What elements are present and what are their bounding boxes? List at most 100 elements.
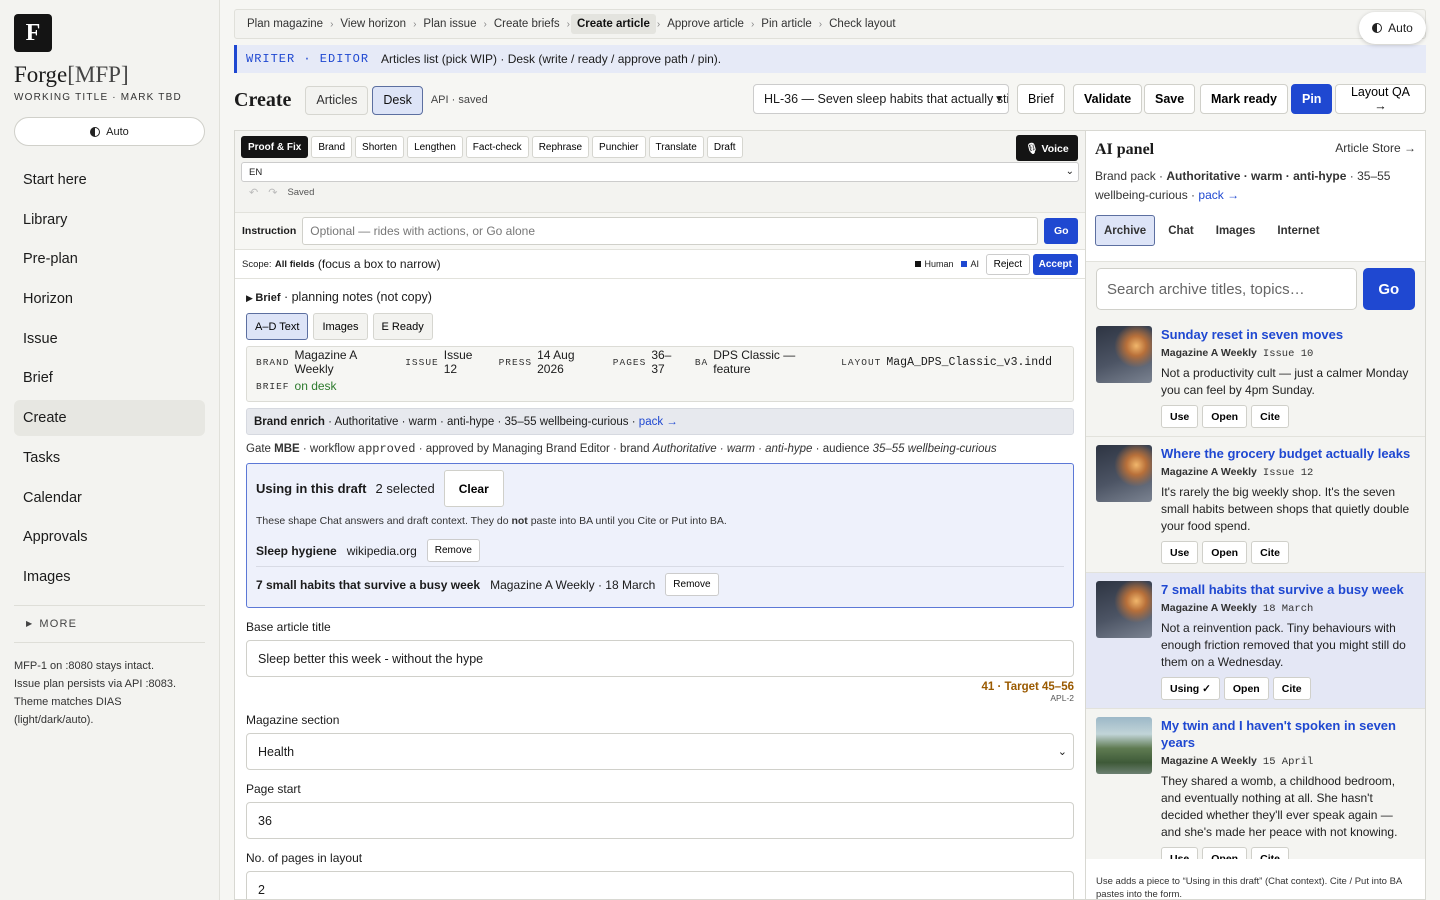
sidebar-item-images[interactable]: Images <box>14 559 205 595</box>
ai-toolbar: Proof & Fix Brand Shorten Lengthen Fact-… <box>235 131 1085 213</box>
layout-qa-button[interactable]: Layout QA → <box>1335 84 1426 114</box>
sidebar-item-calendar[interactable]: Calendar <box>14 480 205 516</box>
tool-brand[interactable]: Brand <box>311 136 353 158</box>
brand-name: Forge[MFP] <box>14 62 129 87</box>
save-button[interactable]: Save <box>1144 84 1196 114</box>
use-button[interactable]: Use <box>1161 541 1199 564</box>
open-button[interactable]: Open <box>1223 677 1269 700</box>
tab-internet[interactable]: Internet <box>1268 215 1328 246</box>
archive-search-go-button[interactable]: Go <box>1362 268 1415 310</box>
cite-button[interactable]: Cite <box>1272 677 1311 700</box>
sidebar-item-pre-plan[interactable]: Pre-plan <box>14 241 205 277</box>
mark-ready-button[interactable]: Mark ready <box>1200 84 1289 114</box>
using-button[interactable]: Using ✓ <box>1161 677 1220 700</box>
redo-icon[interactable]: ↷ <box>268 186 277 199</box>
tab-text[interactable]: A–D Text <box>246 313 309 340</box>
breadcrumb-create-briefs[interactable]: Create briefs <box>488 14 566 34</box>
article-thumbnail <box>1096 326 1152 383</box>
tool-punchier[interactable]: Punchier <box>592 136 646 158</box>
article-store-link[interactable]: Article Store → <box>1335 141 1416 159</box>
app-logo[interactable]: F <box>14 14 52 52</box>
breadcrumb-approve-article[interactable]: Approve article <box>661 14 750 34</box>
breadcrumb-check-layout[interactable]: Check layout <box>823 14 901 34</box>
result-title[interactable]: Where the grocery budget actually leaks <box>1161 445 1415 462</box>
archive-search-input[interactable]: Search archive titles, topics… <box>1096 268 1357 310</box>
reject-button[interactable]: Reject <box>985 254 1030 275</box>
sidebar-item-start-here[interactable]: Start here <box>14 162 205 198</box>
use-button[interactable]: Use <box>1161 847 1199 859</box>
tool-proof-fix[interactable]: Proof & Fix <box>241 136 309 158</box>
tool-shorten[interactable]: Shorten <box>355 136 405 158</box>
using-note: These shape Chat answers and draft conte… <box>256 515 727 527</box>
page-start-label: Page start <box>246 782 301 796</box>
sidebar-item-horizon[interactable]: Horizon <box>14 281 205 317</box>
sidebar-item-tasks[interactable]: Tasks <box>14 440 205 476</box>
open-button[interactable]: Open <box>1202 405 1248 428</box>
breadcrumb-plan-issue[interactable]: Plan issue <box>417 14 482 34</box>
accept-button[interactable]: Accept <box>1032 254 1078 275</box>
cite-button[interactable]: Cite <box>1251 405 1289 428</box>
breadcrumb-pin-article[interactable]: Pin article <box>755 14 818 34</box>
remove-button[interactable]: Remove <box>665 573 719 596</box>
tab-ai-images[interactable]: Images <box>1207 215 1265 246</box>
floating-theme-toggle[interactable]: Auto <box>1359 12 1426 44</box>
tool-translate[interactable]: Translate <box>648 136 704 158</box>
voice-button[interactable]: 🎙︎ Voice <box>1016 135 1078 161</box>
brief-disclosure[interactable]: ▶ Brief · planning notes (not copy) <box>246 290 1074 304</box>
sidebar-item-library[interactable]: Library <box>14 202 205 238</box>
article-select[interactable]: HL-36 — Seven sleep habits that actually… <box>753 84 1009 114</box>
tab-ready[interactable]: E Ready <box>372 313 433 340</box>
pack-link[interactable]: pack → <box>1198 188 1239 202</box>
ai-panel: AI panel Article Store → Brand pack · Au… <box>1085 130 1426 900</box>
sidebar-item-brief[interactable]: Brief <box>14 360 205 396</box>
cite-button[interactable]: Cite <box>1251 847 1289 859</box>
validate-button[interactable]: Validate <box>1073 84 1143 114</box>
instruction-input[interactable]: Optional — rides with actions, or Go alo… <box>302 217 1039 245</box>
scope-hint: (focus a box to narrow) <box>317 257 441 271</box>
breadcrumb-create-article[interactable]: Create article <box>571 14 656 34</box>
sidebar-item-create[interactable]: Create <box>14 400 205 437</box>
tool-draft[interactable]: Draft <box>706 136 743 158</box>
tab-archive[interactable]: Archive <box>1095 215 1156 246</box>
theme-toggle-button[interactable]: Auto <box>14 117 205 146</box>
instruction-go-button[interactable]: Go <box>1044 218 1079 244</box>
tool-lengthen[interactable]: Lengthen <box>407 136 463 158</box>
tool-rephrase[interactable]: Rephrase <box>531 136 590 158</box>
use-button[interactable]: Use <box>1161 405 1199 428</box>
section-select[interactable]: Health ⌄ <box>246 733 1074 770</box>
breadcrumb: Plan magazine › View horizon › Plan issue ›… <box>234 9 1426 39</box>
pages-label: No. of pages in layout <box>246 851 363 865</box>
page-title: Create <box>234 88 292 111</box>
breadcrumb-view-horizon[interactable]: View horizon <box>334 14 412 34</box>
archive-search: Search archive titles, topics… Go <box>1086 262 1425 310</box>
undo-icon[interactable]: ↶ <box>249 186 258 199</box>
sidebar-nav: Start here Library Pre-plan Horizon Issu… <box>14 162 205 595</box>
tool-fact-check[interactable]: Fact-check <box>465 136 529 158</box>
language-select[interactable]: EN ⌄ <box>241 162 1079 182</box>
breadcrumb-plan-magazine[interactable]: Plan magazine <box>241 14 329 34</box>
pack-link[interactable]: pack → <box>639 416 678 428</box>
tab-articles[interactable]: Articles <box>305 85 369 115</box>
result-title[interactable]: My twin and I haven't spoken in seven ye… <box>1161 717 1415 751</box>
tab-images[interactable]: Images <box>313 313 368 340</box>
sidebar-item-approvals[interactable]: Approvals <box>14 519 205 555</box>
more-toggle[interactable]: ▶ MORE <box>14 606 205 642</box>
sidebar-item-issue[interactable]: Issue <box>14 321 205 357</box>
using-count: 2 selected <box>375 481 435 496</box>
clear-button[interactable]: Clear <box>443 470 504 507</box>
page-start-input[interactable]: 36 <box>246 802 1074 839</box>
open-button[interactable]: Open <box>1202 847 1248 859</box>
pin-button[interactable]: Pin <box>1291 84 1333 114</box>
brief-button[interactable]: Brief <box>1017 84 1065 114</box>
open-button[interactable]: Open <box>1202 541 1248 564</box>
title-input[interactable]: Sleep better this week - without the hyp… <box>246 640 1074 677</box>
cite-button[interactable]: Cite <box>1251 541 1289 564</box>
pages-input[interactable]: 2 <box>246 871 1074 899</box>
ai-tabs: Archive Chat Images Internet <box>1086 215 1425 246</box>
remove-button[interactable]: Remove <box>426 539 480 562</box>
tab-chat[interactable]: Chat <box>1159 215 1203 246</box>
api-status: API · saved <box>430 94 488 106</box>
result-title[interactable]: Sunday reset in seven moves <box>1161 326 1415 343</box>
result-title[interactable]: 7 small habits that survive a busy week <box>1161 581 1415 598</box>
tab-desk[interactable]: Desk <box>372 85 423 115</box>
